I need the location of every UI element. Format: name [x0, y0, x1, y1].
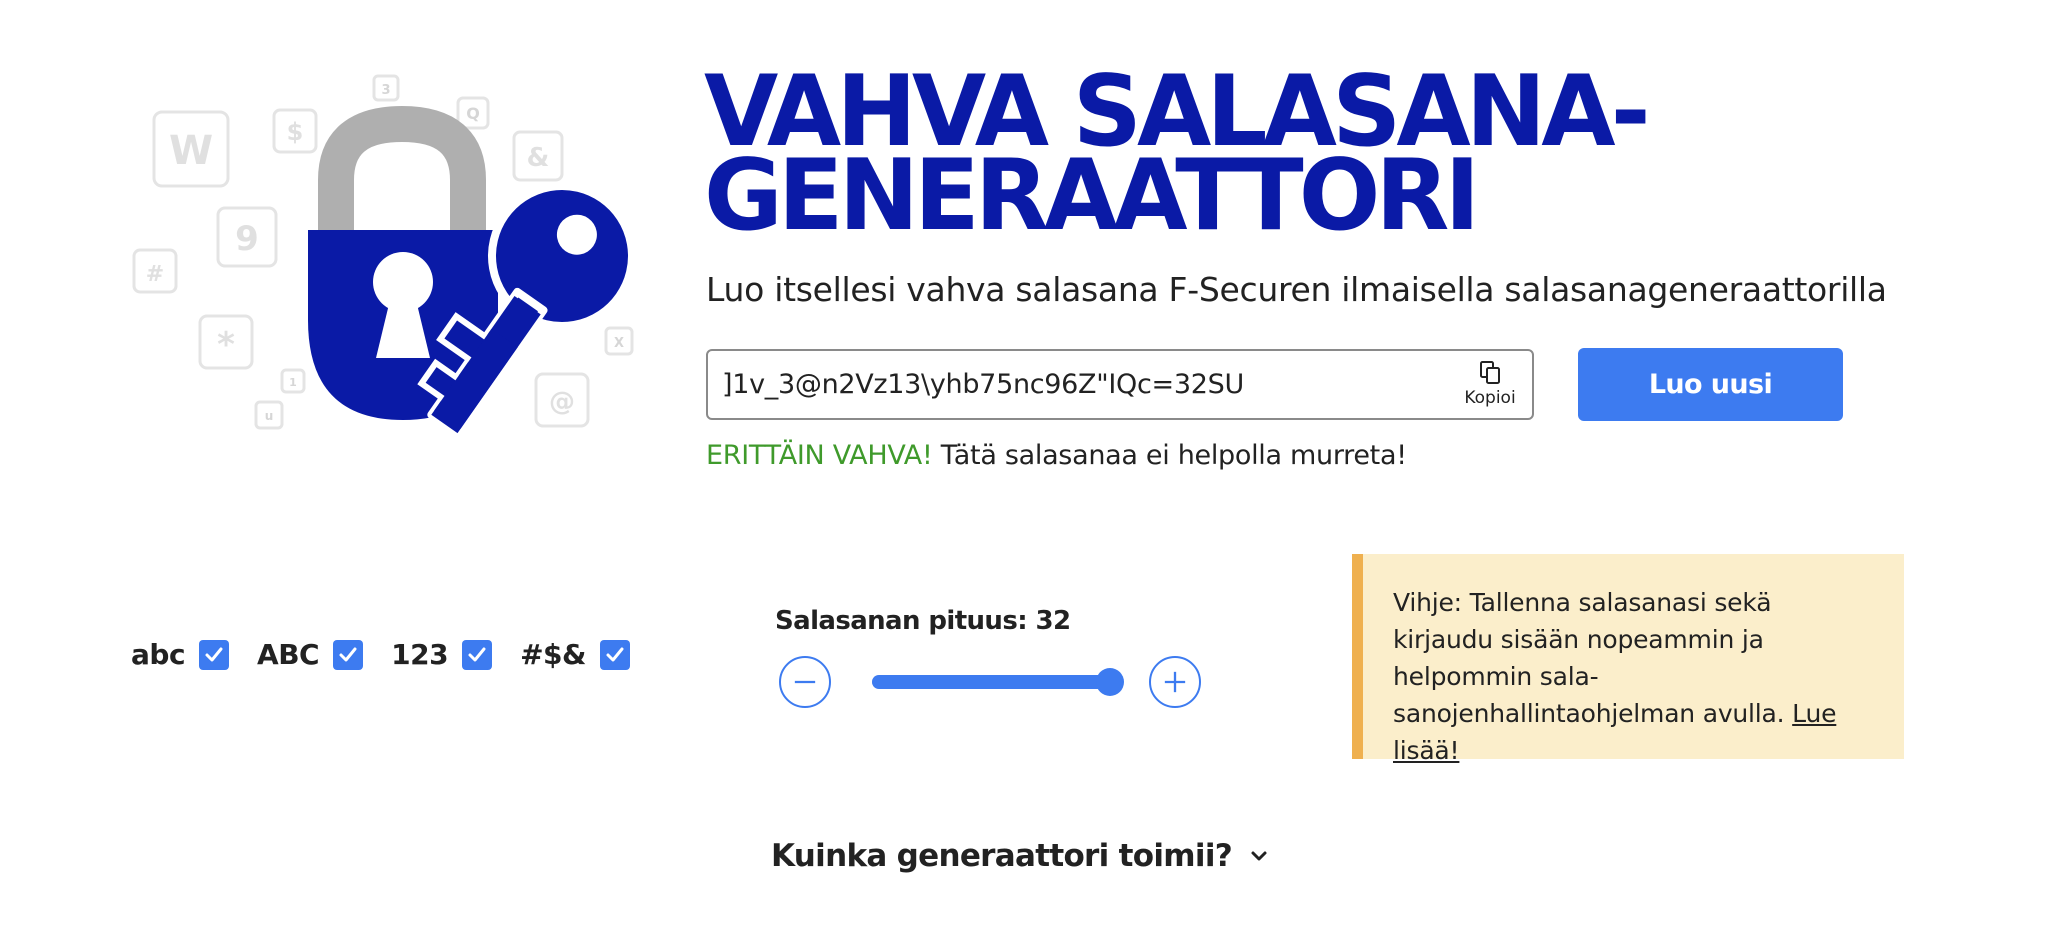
strength-label: ERITTÄIN VAHVA!	[706, 440, 933, 471]
svg-text:#: #	[146, 262, 164, 287]
tile-1: 1	[280, 368, 306, 394]
checkmark-icon	[606, 647, 624, 661]
slider-fill	[872, 675, 1110, 689]
password-length-slider[interactable]	[872, 668, 1124, 696]
checkbox-uppercase[interactable]	[333, 639, 364, 670]
page-title-line-2: GENERAATTORI	[704, 139, 1480, 253]
strength-message: Tätä salasanaa ei helpolla murreta!	[932, 440, 1407, 471]
character-options: abc ABC 123 #$&	[131, 638, 658, 671]
password-output-field[interactable]: ]1v_3@n2Vz13\yhb75nc96Z"IQc=32SU Kopioi	[706, 349, 1534, 420]
tile-q: Q	[456, 96, 490, 130]
how-it-works-label: Kuinka generaattori toimii?	[771, 838, 1233, 874]
tile-dollar: $	[272, 108, 318, 154]
generate-new-button[interactable]: Luo uusi	[1578, 348, 1843, 421]
decrease-length-button[interactable]	[779, 656, 831, 708]
option-label: 123	[391, 638, 449, 671]
svg-text:1: 1	[289, 376, 297, 389]
lock-and-key-illustration: W $ 3 Q & 9 # * 1 u @ X	[132, 74, 636, 438]
option-label: #$&	[520, 638, 586, 671]
option-numbers[interactable]: 123	[391, 638, 493, 671]
svg-text:Q: Q	[466, 104, 480, 123]
tip-box: Vihje: Tallenna salasanasi sekä kirjaudu…	[1352, 554, 1904, 765]
copy-button[interactable]: Kopioi	[1460, 360, 1520, 412]
tile-x: X	[604, 326, 634, 356]
svg-text:*: *	[217, 325, 235, 365]
tile-3: 3	[372, 74, 400, 102]
slider-thumb[interactable]	[1096, 668, 1124, 696]
plus-icon	[1164, 671, 1186, 693]
svg-text:$: $	[287, 118, 304, 146]
svg-text:9: 9	[235, 219, 259, 259]
tile-u: u	[254, 400, 284, 430]
option-label: abc	[131, 638, 186, 671]
svg-text:W: W	[169, 128, 213, 174]
tip-text: Vihje: Tallenna salasanasi sekä kirjaudu…	[1393, 588, 1793, 728]
checkmark-icon	[205, 647, 223, 661]
copy-label: Kopioi	[1464, 388, 1516, 408]
option-label: ABC	[257, 638, 320, 671]
tile-star: *	[198, 314, 254, 370]
tile-at: @	[534, 372, 590, 428]
page-title: VAHVA SALASANA- GENERAATTORI	[704, 63, 1880, 253]
tile-amp: &	[512, 130, 564, 182]
checkmark-icon	[468, 647, 486, 661]
option-uppercase[interactable]: ABC	[257, 638, 364, 671]
svg-text:&: &	[527, 143, 550, 173]
checkbox-lowercase[interactable]	[199, 639, 230, 670]
tile-w: W	[152, 110, 230, 188]
tile-hash: #	[132, 248, 178, 294]
strength-indicator: ERITTÄIN VAHVA! Tätä salasanaa ei helpol…	[706, 440, 1407, 471]
checkmark-icon	[339, 647, 357, 661]
svg-text:X: X	[614, 336, 624, 351]
page-subtitle: Luo itsellesi vahva salasana F-Securen i…	[706, 270, 1887, 309]
how-it-works-toggle[interactable]: Kuinka generaattori toimii?	[771, 838, 1270, 874]
svg-text:u: u	[265, 409, 274, 423]
password-length-title: Salasanan pituus: 32	[775, 606, 1071, 636]
tile-9: 9	[216, 206, 278, 268]
minus-icon	[794, 680, 816, 684]
lock-shackle	[318, 105, 486, 240]
svg-text:@: @	[549, 387, 575, 417]
option-symbols[interactable]: #$&	[520, 638, 630, 671]
checkbox-numbers[interactable]	[462, 639, 493, 670]
generated-password[interactable]: ]1v_3@n2Vz13\yhb75nc96Z"IQc=32SU	[722, 351, 1244, 419]
increase-length-button[interactable]	[1149, 656, 1201, 708]
chevron-down-icon	[1251, 851, 1267, 861]
hero-illustration: W $ 3 Q & 9 # * 1 u @ X	[120, 60, 660, 460]
copy-icon	[1480, 361, 1500, 384]
svg-text:3: 3	[381, 83, 390, 98]
checkbox-symbols[interactable]	[599, 639, 630, 670]
option-lowercase[interactable]: abc	[131, 638, 230, 671]
